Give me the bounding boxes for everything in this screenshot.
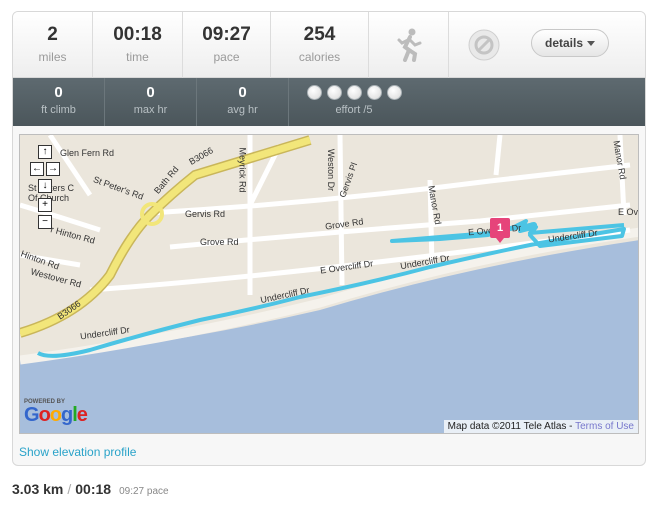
primary-stats-bar: 2 miles 00:18 time 09:27 pace 254 calori… (13, 12, 645, 78)
calories-stat: 254 calories (271, 12, 369, 78)
time-value: 00:18 (113, 24, 162, 45)
route-start-marker[interactable]: 1 (490, 218, 510, 243)
summary-pace: 09:27 pace (119, 486, 169, 497)
ft-climb-value: 0 (54, 84, 63, 101)
pace-stat: 09:27 pace (183, 12, 271, 78)
effort-dot[interactable] (366, 85, 382, 100)
pan-right-button[interactable]: → (46, 162, 60, 176)
effort-rating: effort /5 (289, 78, 419, 126)
calories-label: calories (298, 50, 341, 64)
attribution-text: Map data ©2011 Tele Atlas - (447, 421, 576, 432)
calories-value: 254 (303, 24, 336, 45)
pan-left-button[interactable]: ← (30, 162, 44, 176)
avg-hr-stat: 0 avg hr (197, 78, 289, 126)
google-logo[interactable]: POWERED BY Google (24, 399, 88, 426)
road-label: Gervis Rd (185, 209, 226, 219)
workout-summary: 3.03 km/00:18 09:27 pace (12, 481, 169, 497)
caret-down-icon (587, 40, 595, 46)
pan-down-button[interactable]: ↓ (38, 179, 52, 193)
prohibited-cell[interactable] (449, 12, 519, 78)
max-hr-value: 0 (146, 84, 155, 101)
running-person-icon (397, 28, 421, 62)
terms-of-use-link[interactable]: Terms of Use (575, 421, 634, 432)
show-elevation-link[interactable]: Show elevation profile (19, 445, 136, 459)
effort-dot[interactable] (346, 85, 362, 100)
distance-value: 2 (47, 24, 58, 45)
time-label: time (126, 50, 149, 64)
google-wordmark: Google (24, 404, 88, 426)
road-label: Grove Rd (200, 237, 239, 247)
details-label: details (544, 36, 583, 50)
summary-separator: / (67, 481, 72, 497)
effort-label: effort /5 (335, 104, 373, 116)
summary-time: 00:18 (75, 481, 112, 497)
max-hr-label: max hr (133, 104, 168, 116)
max-hr-stat: 0 max hr (105, 78, 197, 126)
details-button[interactable]: details (531, 29, 609, 57)
ft-climb-stat: 0 ft climb (13, 78, 105, 126)
zoom-out-button[interactable]: − (38, 215, 52, 229)
secondary-stats-bar: 0 ft climb 0 max hr 0 avg hr effort /5 (13, 78, 645, 126)
avg-hr-value: 0 (238, 84, 247, 101)
distance-stat: 2 miles (13, 12, 93, 78)
avg-hr-label: avg hr (227, 104, 258, 116)
map-attribution: Map data ©2011 Tele Atlas - Terms of Use (443, 420, 638, 433)
summary-distance: 3.03 km (12, 481, 64, 497)
road-label: Glen Fern Rd (60, 148, 115, 158)
ft-climb-label: ft climb (41, 104, 76, 116)
workout-card: 2 miles 00:18 time 09:27 pace 254 calori… (12, 11, 646, 466)
route-map[interactable]: Glen Fern Rd Bath Rd B3066 St Peter's Rd… (19, 134, 639, 434)
activity-type-cell[interactable] (369, 12, 449, 78)
prohibited-icon (468, 29, 500, 61)
effort-dots (289, 85, 419, 100)
distance-label: miles (38, 50, 67, 64)
pace-label: pace (213, 50, 240, 64)
road-label: Meyrick Rd (237, 147, 248, 193)
zoom-in-button[interactable]: + (38, 198, 52, 212)
effort-dot[interactable] (326, 85, 342, 100)
pan-up-button[interactable]: ↑ (38, 145, 52, 159)
road-label: Weston Dr (326, 148, 337, 192)
effort-dot[interactable] (306, 85, 322, 100)
time-stat: 00:18 time (93, 12, 183, 78)
road-label: E Ove (618, 207, 639, 217)
effort-dot[interactable] (386, 85, 402, 100)
pace-value: 09:27 (202, 24, 251, 45)
